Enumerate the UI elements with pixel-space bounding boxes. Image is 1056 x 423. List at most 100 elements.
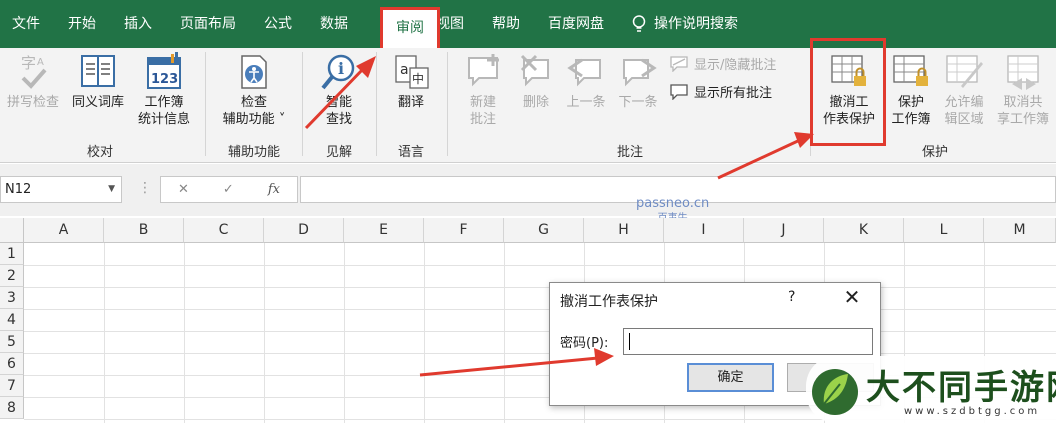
lightbulb-icon xyxy=(632,15,646,32)
column-header-j[interactable]: J xyxy=(744,218,824,243)
column-header-c[interactable]: C xyxy=(184,218,264,243)
group-separator xyxy=(302,52,303,156)
delete-comment-label: 删除 xyxy=(522,95,549,110)
book-icon xyxy=(81,55,115,87)
group-label-language: 语言 xyxy=(397,145,424,160)
tab-insert[interactable]: 插入 xyxy=(110,0,166,48)
column-header-b[interactable]: B xyxy=(104,218,184,243)
insert-function-icon[interactable]: fx xyxy=(268,182,280,197)
grid-line xyxy=(504,243,505,423)
row-header-7[interactable]: 7 xyxy=(0,375,24,397)
show-hide-comment-icon xyxy=(670,55,688,72)
show-hide-comment-button[interactable]: 显示/隐藏批注 xyxy=(670,54,776,73)
thesaurus-button[interactable]: 同义词库 xyxy=(66,52,130,111)
next-comment-icon xyxy=(623,58,657,87)
formula-bar-grip-icon: ⋮ xyxy=(138,180,152,196)
column-header-e[interactable]: E xyxy=(344,218,424,243)
protect-workbook-button[interactable]: 保护 工作簿 xyxy=(885,52,937,128)
next-comment-button[interactable]: 下一条 xyxy=(612,52,664,111)
tab-file[interactable]: 文件 xyxy=(0,0,54,48)
group-separator xyxy=(376,52,377,156)
tab-page-layout[interactable]: 页面布局 xyxy=(166,0,250,48)
spelling-button[interactable]: 字 A 拼写检查 xyxy=(2,52,64,111)
new-comment-button[interactable]: 新建 批注 xyxy=(454,52,512,128)
group-separator xyxy=(205,52,206,156)
delete-comment-button[interactable]: 删除 xyxy=(512,52,560,111)
column-header-k[interactable]: K xyxy=(824,218,904,243)
previous-comment-icon xyxy=(567,58,601,87)
translate-button[interactable]: a 中 翻译 xyxy=(382,52,440,111)
workbook-statistics-label: 工作簿 统计信息 xyxy=(137,95,190,127)
logo-url: www.szdbtgg.com xyxy=(904,406,1041,417)
column-header-l[interactable]: L xyxy=(904,218,984,243)
protect-workbook-label: 保护 工作簿 xyxy=(891,95,931,127)
svg-text:字: 字 xyxy=(21,54,36,72)
column-header-f[interactable]: F xyxy=(424,218,504,243)
ok-button[interactable]: 确定 xyxy=(687,363,774,392)
column-header-m[interactable]: M xyxy=(984,218,1056,243)
column-header-a[interactable]: A xyxy=(24,218,104,243)
row-header-8[interactable]: 8 xyxy=(0,397,24,419)
next-comment-label: 下一条 xyxy=(618,95,658,110)
group-label-comments: 批注 xyxy=(616,145,643,160)
svg-text:123: 123 xyxy=(151,72,178,87)
svg-text:i: i xyxy=(338,59,344,78)
row-header-5[interactable]: 5 xyxy=(0,331,24,353)
cancel-entry-icon[interactable]: ✕ xyxy=(178,182,189,197)
unshare-workbook-icon xyxy=(1007,55,1039,90)
password-label: 密码(P): xyxy=(560,336,609,351)
show-all-comments-button[interactable]: 显示所有批注 xyxy=(670,82,772,101)
watermark-text: passneo.cn xyxy=(636,196,710,211)
allow-edit-ranges-label: 允许编 辑区域 xyxy=(944,95,984,127)
select-all-corner[interactable] xyxy=(0,218,24,243)
group-label-accessibility: 辅助功能 xyxy=(227,145,280,160)
column-header-d[interactable]: D xyxy=(264,218,344,243)
accessibility-check-icon xyxy=(241,55,267,89)
smart-lookup-icon: i xyxy=(321,54,355,90)
row-header-4[interactable]: 4 xyxy=(0,309,24,331)
smart-lookup-button[interactable]: i 智能 查找 xyxy=(308,52,370,128)
name-box[interactable]: N12 ▼ xyxy=(0,176,122,203)
group-label-proofing: 校对 xyxy=(86,145,113,160)
name-box-value: N12 xyxy=(5,182,32,197)
previous-comment-button[interactable]: 上一条 xyxy=(560,52,612,111)
tab-baidu-netdisk[interactable]: 百度网盘 xyxy=(534,0,618,48)
row-header-6[interactable]: 6 xyxy=(0,353,24,375)
tab-data[interactable]: 数据 xyxy=(306,0,362,48)
tab-review[interactable]: 审阅 xyxy=(380,7,440,48)
spelling-check-icon: 字 A xyxy=(21,54,47,89)
row-header-2[interactable]: 2 xyxy=(0,265,24,287)
tell-me-search[interactable]: 操作说明搜索 xyxy=(618,0,752,48)
allow-edit-ranges-button[interactable]: 允许编 辑区域 xyxy=(937,52,991,128)
group-label-protect: 保护 xyxy=(921,145,948,160)
protect-workbook-icon xyxy=(893,55,928,86)
group-label-insights: 见解 xyxy=(325,145,352,160)
row-header-3[interactable]: 3 xyxy=(0,287,24,309)
column-header-g[interactable]: G xyxy=(504,218,584,243)
delete-comment-icon xyxy=(520,54,549,87)
workbook-statistics-button[interactable]: 123 工作簿 统计信息 xyxy=(132,52,196,128)
password-input[interactable] xyxy=(623,328,873,355)
help-icon[interactable]: ? xyxy=(788,289,795,305)
tab-formulas[interactable]: 公式 xyxy=(250,0,306,48)
column-header-h[interactable]: H xyxy=(584,218,664,243)
logo-text: 大不同手游网 xyxy=(866,368,1056,408)
translate-icon: a 中 xyxy=(395,55,429,89)
row-header-1[interactable]: 1 xyxy=(0,243,24,265)
new-comment-label: 新建 批注 xyxy=(469,95,496,127)
column-header-i[interactable]: I xyxy=(664,218,744,243)
tab-home[interactable]: 开始 xyxy=(54,0,110,48)
thesaurus-label: 同义词库 xyxy=(71,95,124,110)
show-all-comments-label: 显示所有批注 xyxy=(694,86,773,101)
chevron-down-icon[interactable]: ▼ xyxy=(108,177,115,202)
tab-help[interactable]: 帮助 xyxy=(478,0,534,48)
close-icon[interactable]: ✕ xyxy=(841,285,863,309)
confirm-entry-icon[interactable]: ✓ xyxy=(223,182,234,197)
site-logo: 大不同手游网 www.szdbtgg.com xyxy=(806,356,1056,423)
leaf-logo-icon xyxy=(812,369,858,415)
ribbon: 字 A 拼写检查 同义词库 123 工作簿 统计信息 校对 检查 辅助功能 ˅ … xyxy=(0,48,1056,163)
unshare-workbook-button[interactable]: 取消共 享工作簿 xyxy=(992,52,1054,128)
group-separator xyxy=(447,52,448,156)
check-accessibility-button[interactable]: 检查 辅助功能 ˅ xyxy=(212,52,296,128)
svg-text:A: A xyxy=(37,57,44,68)
